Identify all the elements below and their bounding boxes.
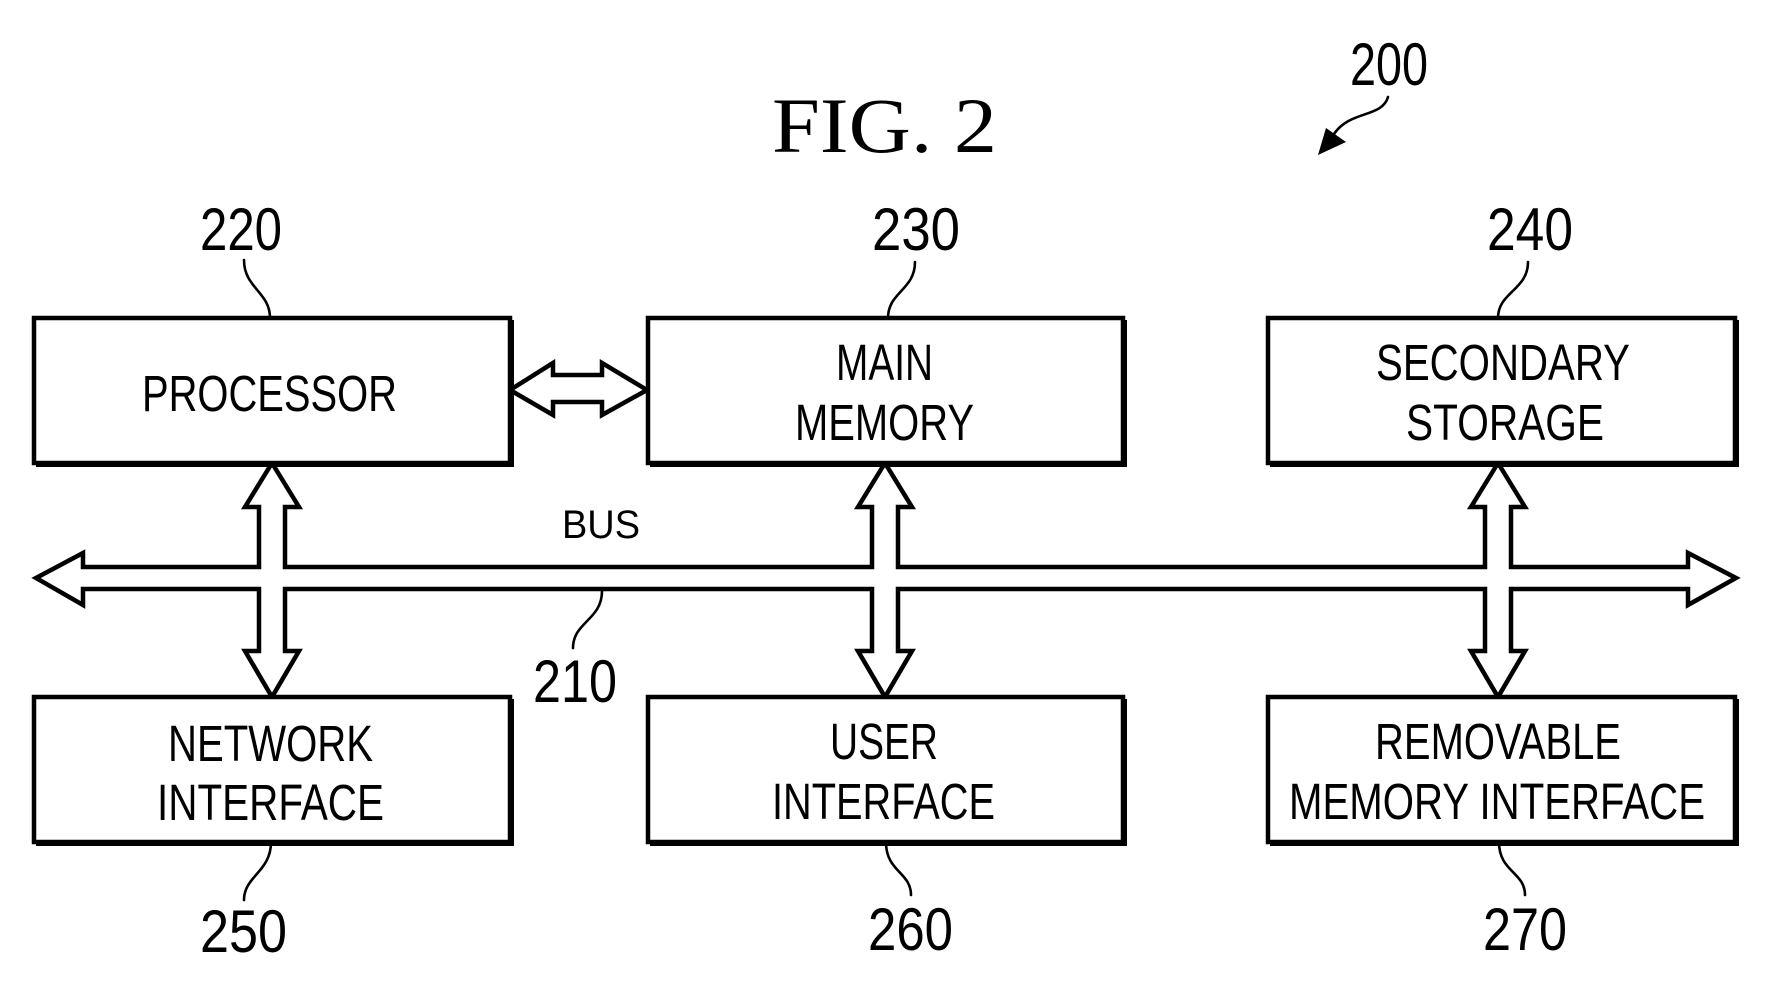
- network-interface-label-line: INTERFACE: [157, 774, 384, 831]
- bus-and-connector-arrows: [31, 458, 1741, 702]
- removable-memory-interface-reference-leader: [1497, 840, 1527, 897]
- figure-reference-arrow: [1318, 95, 1390, 155]
- system-bus: [31, 458, 1741, 702]
- processor-label-line: PROCESSOR: [142, 365, 397, 422]
- main-memory-label-line: MAIN: [836, 334, 933, 391]
- user-interface-reference-label: 260: [868, 896, 953, 963]
- bus-label: BUS: [562, 503, 640, 547]
- secondary-storage-reference-label: 240: [1487, 196, 1573, 263]
- block-diagram: FIG. 2 200 PROCESSOR 220 MAINMEMORY 230 SECO…: [31, 31, 1741, 965]
- bus-reference-leader: [571, 589, 604, 650]
- secondary-storage-label-line: SECONDARY: [1376, 334, 1630, 391]
- processor-block: PROCESSOR 220: [31, 196, 514, 467]
- bus-reference-label: 210: [533, 648, 617, 715]
- main-memory-reference-label: 230: [872, 196, 960, 263]
- processor-memory-double-arrow: [505, 358, 652, 419]
- secondary-storage-reference-leader: [1496, 260, 1530, 320]
- main-memory-block: MAINMEMORY 230: [645, 196, 1127, 467]
- network-interface-block: NETWORKINTERFACE 250: [31, 694, 514, 965]
- processor-reference-leader: [242, 258, 272, 320]
- removable-memory-interface-label-line: REMOVABLE: [1375, 713, 1621, 770]
- network-interface-label-line: NETWORK: [168, 715, 373, 772]
- processor-reference-label: 220: [200, 196, 282, 263]
- user-interface-label-line: USER: [830, 713, 938, 770]
- main-memory-label-line: MEMORY: [795, 394, 974, 451]
- secondary-storage-block: SECONDARYSTORAGE 240: [1265, 196, 1739, 467]
- figure-title: FIG. 2: [772, 82, 997, 169]
- removable-memory-interface-reference-label: 270: [1483, 896, 1567, 963]
- secondary-storage-label-line: STORAGE: [1406, 394, 1604, 451]
- user-interface-block: USERINTERFACE 260: [645, 694, 1127, 963]
- removable-memory-interface-label-line: MEMORY INTERFACE: [1289, 773, 1705, 830]
- removable-memory-interface-block: REMOVABLEMEMORY INTERFACE 270: [1265, 694, 1739, 963]
- main-memory-reference-leader: [886, 260, 917, 320]
- figure-reference-label: 200: [1350, 31, 1428, 98]
- user-interface-reference-leader: [884, 840, 913, 897]
- network-interface-reference-leader: [242, 840, 273, 902]
- network-interface-reference-label: 250: [200, 898, 287, 965]
- user-interface-label-line: INTERFACE: [772, 773, 995, 830]
